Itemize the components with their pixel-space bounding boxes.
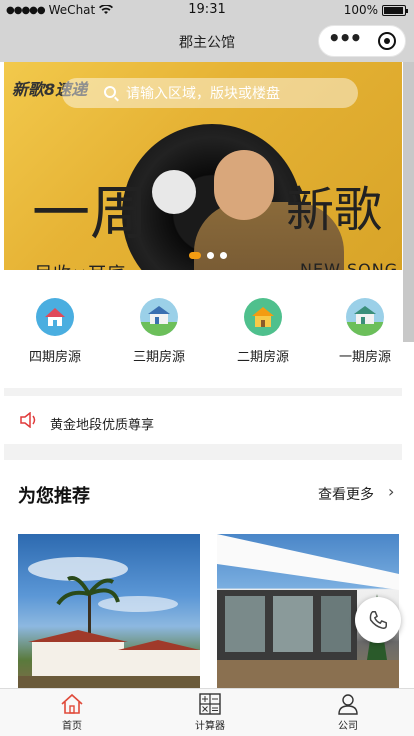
- search-placeholder: 请输入区域，版块或楼盘: [126, 86, 280, 102]
- mini-program-capsule[interactable]: •••: [318, 25, 406, 57]
- close-target-icon[interactable]: [378, 32, 397, 50]
- banner-headline-right: 新歌: [286, 182, 383, 238]
- vinyl-label-image: [152, 170, 196, 214]
- person-icon: [338, 694, 358, 715]
- home-icon: [244, 298, 282, 336]
- banner-headline-left: 一周: [32, 179, 149, 247]
- calculator-icon: [199, 693, 221, 715]
- section-divider: [4, 388, 402, 396]
- indicator-dot[interactable]: [220, 252, 227, 259]
- category-label: 一期房源: [338, 350, 391, 365]
- category-phase-4[interactable]: 四期房源: [10, 298, 100, 365]
- phone-icon: [369, 611, 387, 629]
- view-more-link[interactable]: 查看更多: [318, 484, 374, 504]
- notice-text: 黄金地段优质尊享: [50, 418, 155, 433]
- speaker-icon: [20, 412, 36, 428]
- search-icon: [104, 86, 116, 98]
- singer-face-image: [214, 150, 274, 220]
- category-label: 四期房源: [28, 350, 81, 365]
- battery-percent: 100%: [343, 3, 378, 17]
- nav-bar: 郡主公馆 •••: [0, 20, 414, 62]
- tab-label: 首页: [62, 721, 82, 732]
- more-menu-icon[interactable]: •••: [328, 26, 362, 50]
- tab-label: 计算器: [195, 721, 225, 732]
- banner-subline-right: NEW SONG: [300, 260, 399, 270]
- tab-bar: 首页 计算器 公司: [0, 688, 414, 736]
- category-phase-1[interactable]: 一期房源: [320, 298, 410, 365]
- category-label: 二期房源: [236, 350, 289, 365]
- recommend-card[interactable]: [18, 534, 200, 688]
- status-bar: ●●●●● WeChat 19:31 100%: [0, 0, 414, 20]
- home-icon: [61, 693, 83, 714]
- villa-icon: [346, 298, 384, 336]
- villa-photo: [18, 557, 200, 688]
- house-icon: [36, 298, 74, 336]
- banner-subline-left: 尽收×耳底: [34, 260, 126, 270]
- indicator-dot[interactable]: [207, 252, 214, 259]
- call-button[interactable]: [355, 597, 401, 643]
- category-phase-2[interactable]: 二期房源: [218, 298, 308, 365]
- villa-icon: [140, 298, 178, 336]
- recommend-title: 为您推荐: [18, 486, 90, 507]
- notice-bar[interactable]: 黄金地段优质尊享: [4, 396, 402, 444]
- category-grid: 四期房源 三期房源 二期房源 一期房源: [4, 278, 402, 388]
- carousel-indicators: [189, 252, 227, 259]
- category-label: 三期房源: [132, 350, 185, 365]
- tab-company[interactable]: 公司: [308, 691, 388, 732]
- section-divider: [4, 444, 402, 460]
- tab-label: 公司: [338, 721, 358, 732]
- category-phase-3[interactable]: 三期房源: [114, 298, 204, 365]
- tab-home[interactable]: 首页: [32, 691, 112, 732]
- indicator-dot-active[interactable]: [189, 252, 201, 259]
- search-bar[interactable]: 请输入区域，版块或楼盘: [62, 78, 358, 108]
- battery-icon: [382, 4, 408, 16]
- chevron-right-icon[interactable]: ›: [388, 482, 394, 501]
- tab-calculator[interactable]: 计算器: [170, 691, 250, 732]
- status-right: 100%: [343, 3, 408, 17]
